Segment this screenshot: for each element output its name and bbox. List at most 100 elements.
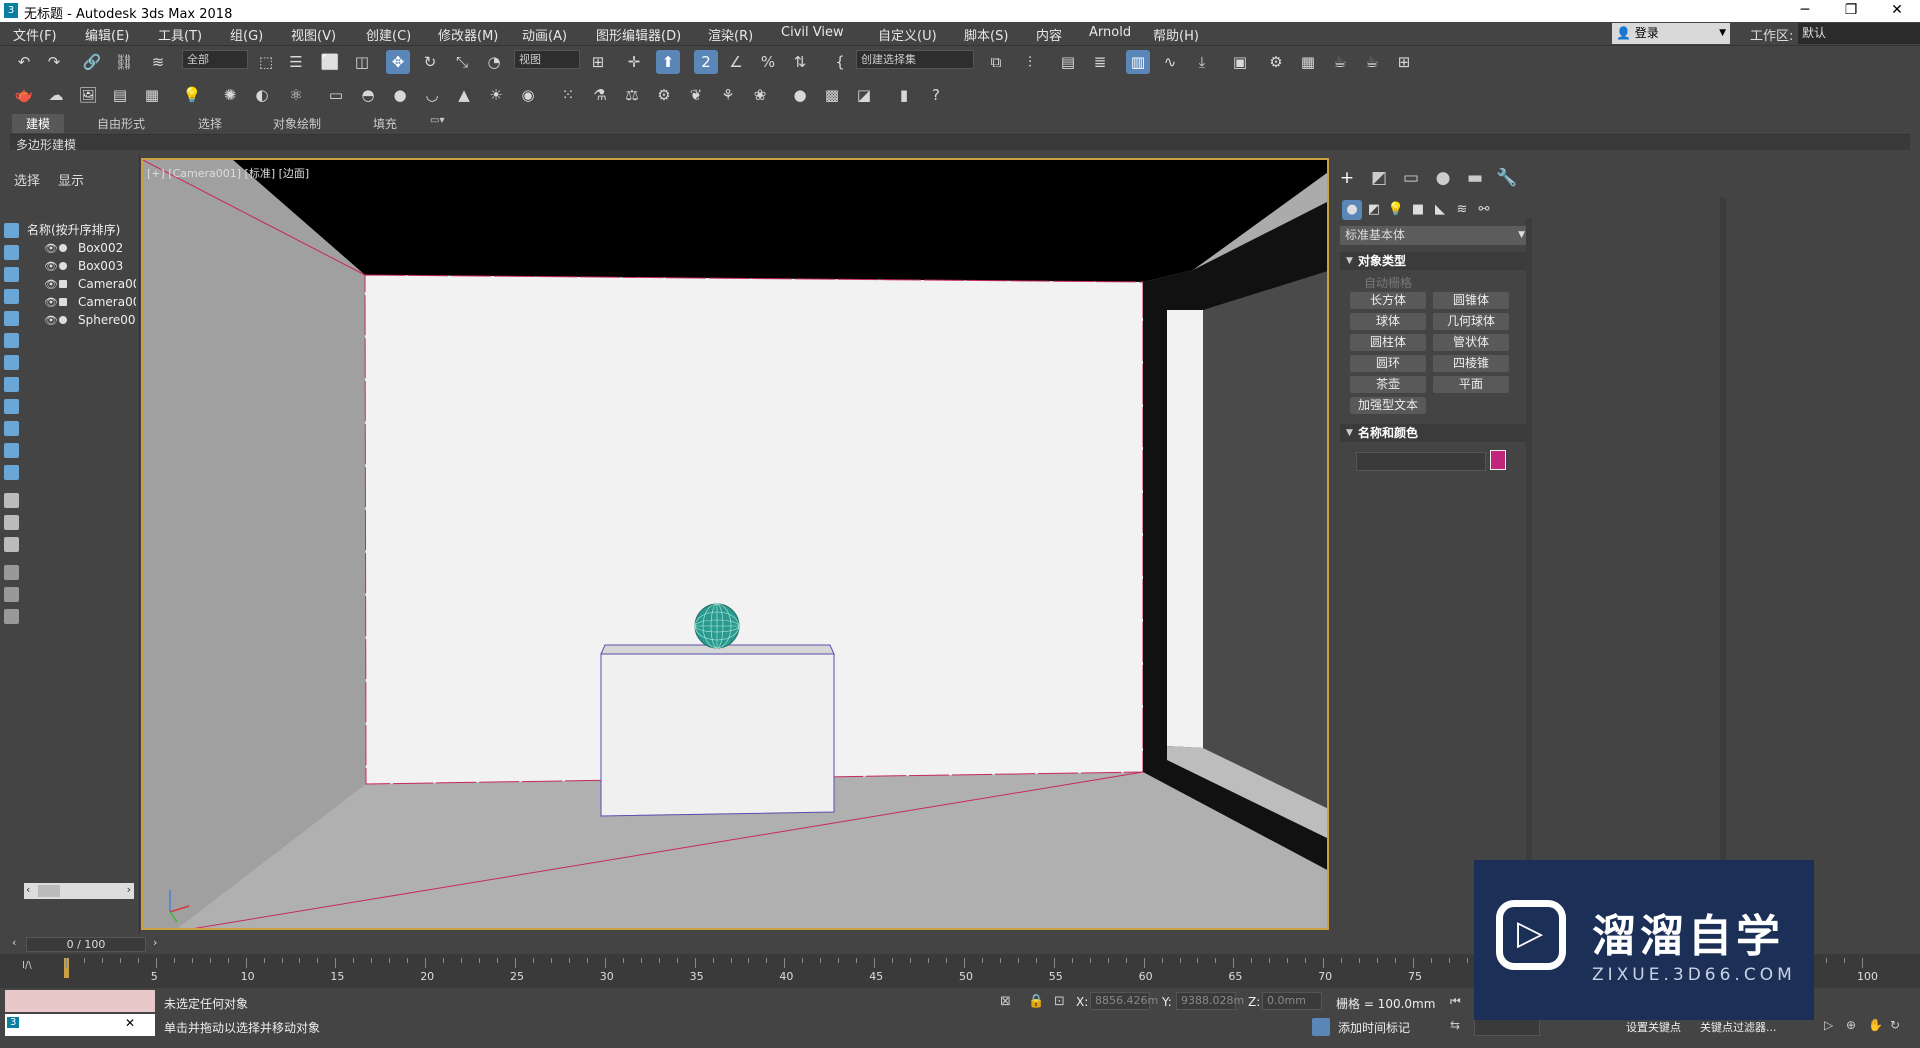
workspace-select[interactable]: 默认 — [1798, 23, 1920, 44]
primitive-type-dropdown[interactable]: 标准基本体 ▼ — [1340, 226, 1530, 245]
restore-button[interactable]: ❐ — [1828, 0, 1874, 22]
render-icon[interactable]: ☕ — [1328, 50, 1352, 74]
selection-filter-dropdown[interactable]: 全部 — [182, 50, 248, 69]
se-tab-display[interactable]: 显示 — [58, 170, 84, 189]
display-none-icon[interactable] — [4, 515, 19, 530]
spacewarp-filter-icon[interactable] — [4, 333, 19, 348]
snaps-toggle-icon[interactable]: 2 — [694, 50, 718, 74]
select-move-icon[interactable]: ✥ — [386, 50, 410, 74]
manipulate-icon[interactable]: ✛ — [622, 50, 646, 74]
schematic-view-icon[interactable]: ⤓ — [1190, 50, 1214, 74]
select-scale-icon[interactable]: ⤡ — [450, 50, 474, 74]
hierarchy-tab-icon[interactable]: ▭ — [1400, 168, 1422, 190]
select-object-icon[interactable]: ⬚ — [254, 50, 278, 74]
se-horizontal-scrollbar[interactable]: ‹ › — [24, 883, 134, 899]
display-tab-icon[interactable]: ▬ — [1464, 168, 1486, 190]
menu-animation[interactable]: 动画(A) — [522, 25, 567, 44]
scroll-thumb[interactable] — [38, 885, 60, 897]
pivot-center-icon[interactable]: ⊞ — [586, 50, 610, 74]
add-time-tag[interactable]: 添加时间标记 — [1338, 1019, 1410, 1036]
lights-cat-icon[interactable]: 💡 — [1386, 200, 1406, 220]
object-color-swatch[interactable] — [1490, 450, 1506, 470]
torus-button[interactable]: 圆环 — [1350, 355, 1426, 372]
rect-selection-icon[interactable]: ⬜ — [318, 50, 342, 74]
spinner-snap-icon[interactable]: ⇅ — [788, 50, 812, 74]
box-create-icon[interactable]: ▭ — [324, 83, 348, 107]
eye-icon[interactable]: 👁 — [44, 314, 58, 327]
shapes-cat-icon[interactable]: ◩ — [1364, 200, 1384, 220]
keyboard-shortcut-override-icon[interactable]: ⬆ — [656, 50, 680, 74]
particle-icon[interactable]: ✺ — [218, 83, 242, 107]
maxscript-listener[interactable] — [5, 990, 155, 1012]
select-by-name-icon[interactable]: ☰ — [284, 50, 308, 74]
chevron-right-icon[interactable]: › — [153, 936, 157, 949]
dynamics-icon[interactable]: ⚛ — [284, 83, 308, 107]
login-dropdown[interactable]: 👤 登录 ▼ — [1612, 23, 1730, 44]
time-tag-icon[interactable] — [1312, 1018, 1330, 1036]
lock-icon[interactable]: 🔒 — [1028, 994, 1044, 1009]
chevron-left-icon[interactable]: ‹ — [26, 883, 30, 896]
cone-button[interactable]: 圆锥体 — [1433, 292, 1509, 309]
close-icon[interactable]: ✕ — [125, 1016, 135, 1030]
list-item[interactable]: 👁 Sphere001 — [44, 312, 136, 330]
orbit-icon[interactable]: ↻ — [1890, 1018, 1900, 1032]
render-setup-icon[interactable]: ⚙ — [1264, 50, 1288, 74]
bind-spacewarp-icon[interactable]: ≋ — [146, 50, 170, 74]
sphere-button[interactable]: 球体 — [1350, 313, 1426, 330]
sun-icon[interactable]: ☀ — [484, 83, 508, 107]
goto-start-icon[interactable]: ⏮ — [1450, 994, 1461, 1009]
material-editor-icon[interactable]: ▣ — [1228, 50, 1252, 74]
set-key-button[interactable]: 设置关键点 — [1626, 1019, 1681, 1035]
spacewarps-cat-icon[interactable]: ≋ — [1452, 200, 1472, 220]
ref-coord-dropdown[interactable]: 视图 — [514, 50, 580, 69]
se-column-header[interactable]: 名称(按升序排序) — [27, 221, 120, 238]
layer-filter-icon[interactable] — [4, 565, 19, 580]
eye-icon[interactable]: 👁 — [44, 260, 58, 273]
tab-selection[interactable]: 选择 — [198, 115, 222, 132]
chevron-right-icon[interactable]: › — [127, 883, 131, 896]
layer-explorer-icon[interactable]: ▤ — [1056, 50, 1080, 74]
flask-icon[interactable]: ⚖ — [620, 83, 644, 107]
time-slider[interactable]: 0 / 100 — [26, 937, 146, 952]
curve-editor-icon[interactable]: ∿ — [1158, 50, 1182, 74]
invert-icon[interactable] — [4, 537, 19, 552]
x-coord-field[interactable]: 8856.426m — [1090, 992, 1158, 1010]
eye-icon[interactable]: 👁 — [44, 278, 58, 291]
grass-icon[interactable]: ❦ — [684, 83, 708, 107]
tube-button[interactable]: 管状体 — [1433, 334, 1509, 351]
tab-freeform[interactable]: 自由形式 — [97, 115, 145, 132]
funnel-icon[interactable] — [4, 587, 19, 602]
door-icon[interactable]: ▮ — [892, 83, 916, 107]
undo-icon[interactable]: ↶ — [12, 50, 36, 74]
geometry-filter-icon[interactable] — [4, 223, 19, 238]
zoom-icon[interactable]: ⊕ — [1846, 1018, 1856, 1032]
cameras-cat-icon[interactable]: ■ — [1408, 200, 1428, 220]
select-rotate-icon[interactable]: ↻ — [418, 50, 442, 74]
folder-icon[interactable] — [4, 609, 19, 624]
container-filter-icon[interactable] — [4, 421, 19, 436]
ribbon-sub-label[interactable]: 多边形建模 — [16, 136, 76, 153]
window-crossing-icon[interactable]: ◫ — [350, 50, 374, 74]
camera-viewport[interactable]: [+] [Camera001] [标准] [边面] — [141, 158, 1329, 930]
create-tab-icon[interactable]: + — [1336, 168, 1358, 190]
sphere-create-icon[interactable]: ● — [388, 83, 412, 107]
render-cloud-icon[interactable]: ⊞ — [1392, 50, 1416, 74]
help-icon[interactable]: ? — [924, 83, 948, 107]
object-name-input[interactable] — [1356, 452, 1486, 471]
ribbon-toggle-icon[interactable]: ▥ — [1126, 50, 1150, 74]
list-item[interactable]: 👁 Camera001 — [44, 276, 136, 294]
fur-icon[interactable]: ❀ — [748, 83, 772, 107]
textplus-button[interactable]: 加强型文本 — [1350, 397, 1426, 414]
bowl-icon[interactable]: ◡ — [420, 83, 444, 107]
key-selection-dropdown[interactable] — [1474, 1018, 1540, 1036]
mirror-icon[interactable]: ⧉ — [984, 50, 1008, 74]
box-button[interactable]: 长方体 — [1350, 292, 1426, 309]
redo-icon[interactable]: ↷ — [42, 50, 66, 74]
sphere-gold-icon[interactable]: ◉ — [516, 83, 540, 107]
group-filter-icon[interactable] — [4, 355, 19, 370]
menu-civil-view[interactable]: Civil View — [781, 25, 844, 40]
gear-icon[interactable]: ⚙ — [652, 83, 676, 107]
key-filters-button[interactable]: 关键点过滤器... — [1700, 1019, 1777, 1035]
tab-object-paint[interactable]: 对象绘制 — [273, 115, 321, 132]
tab-populate[interactable]: 填充 — [373, 115, 397, 132]
